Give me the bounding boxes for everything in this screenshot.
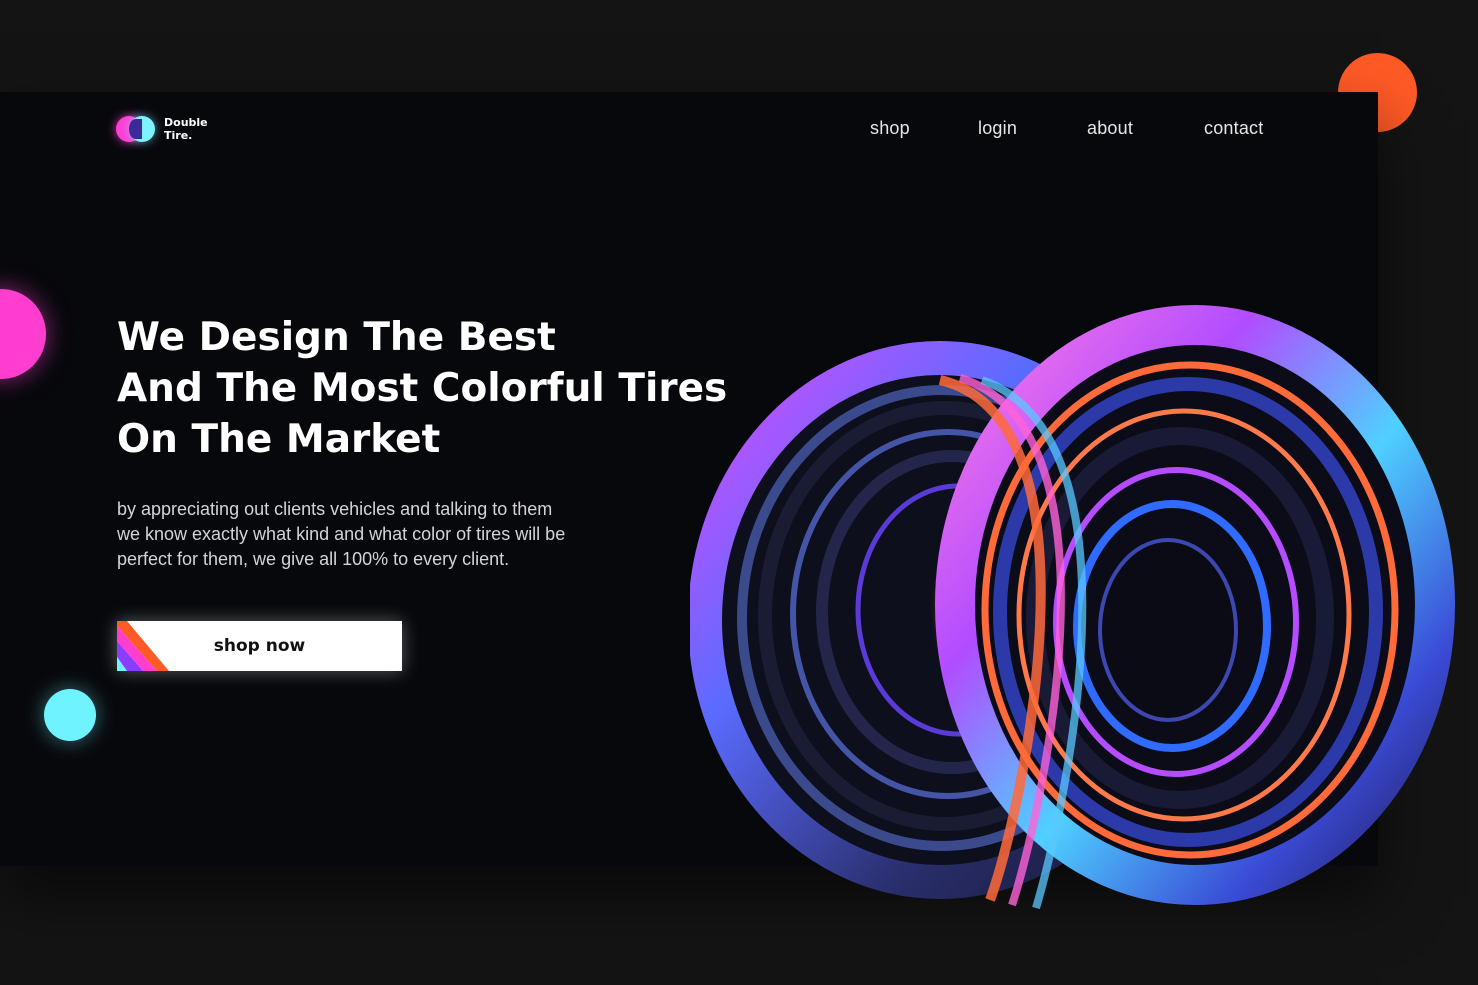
shop-now-button[interactable]: shop now [117, 621, 402, 671]
shop-now-label: shop now [213, 636, 306, 656]
nav-link-contact[interactable]: contact [1204, 118, 1263, 139]
twisted-tire-artwork [690, 305, 1455, 910]
hero-description: by appreciating out clients vehicles and… [117, 497, 677, 572]
page: Double Tire. shop login about contact We… [0, 0, 1478, 985]
nav-link-login[interactable]: login [978, 118, 1017, 139]
hero-headline-line-1: We Design The Best [117, 315, 556, 360]
nav-link-about[interactable]: about [1087, 118, 1133, 139]
hero-description-line-1: by appreciating out clients vehicles and… [117, 499, 553, 519]
nav-link-shop[interactable]: shop [870, 118, 910, 139]
hero-headline-line-2: And The Most Colorful Tires [117, 366, 728, 411]
cyan-circle-decoration [44, 689, 96, 741]
hero-description-line-2: we know exactly what kind and what color… [117, 524, 566, 544]
hero-headline: We Design The Best And The Most Colorful… [117, 312, 757, 465]
main-nav: shop login about contact [0, 118, 1478, 142]
hero-description-line-3: perfect for them, we give all 100% to ev… [117, 549, 510, 569]
hero-headline-line-3: On The Market [117, 417, 441, 462]
